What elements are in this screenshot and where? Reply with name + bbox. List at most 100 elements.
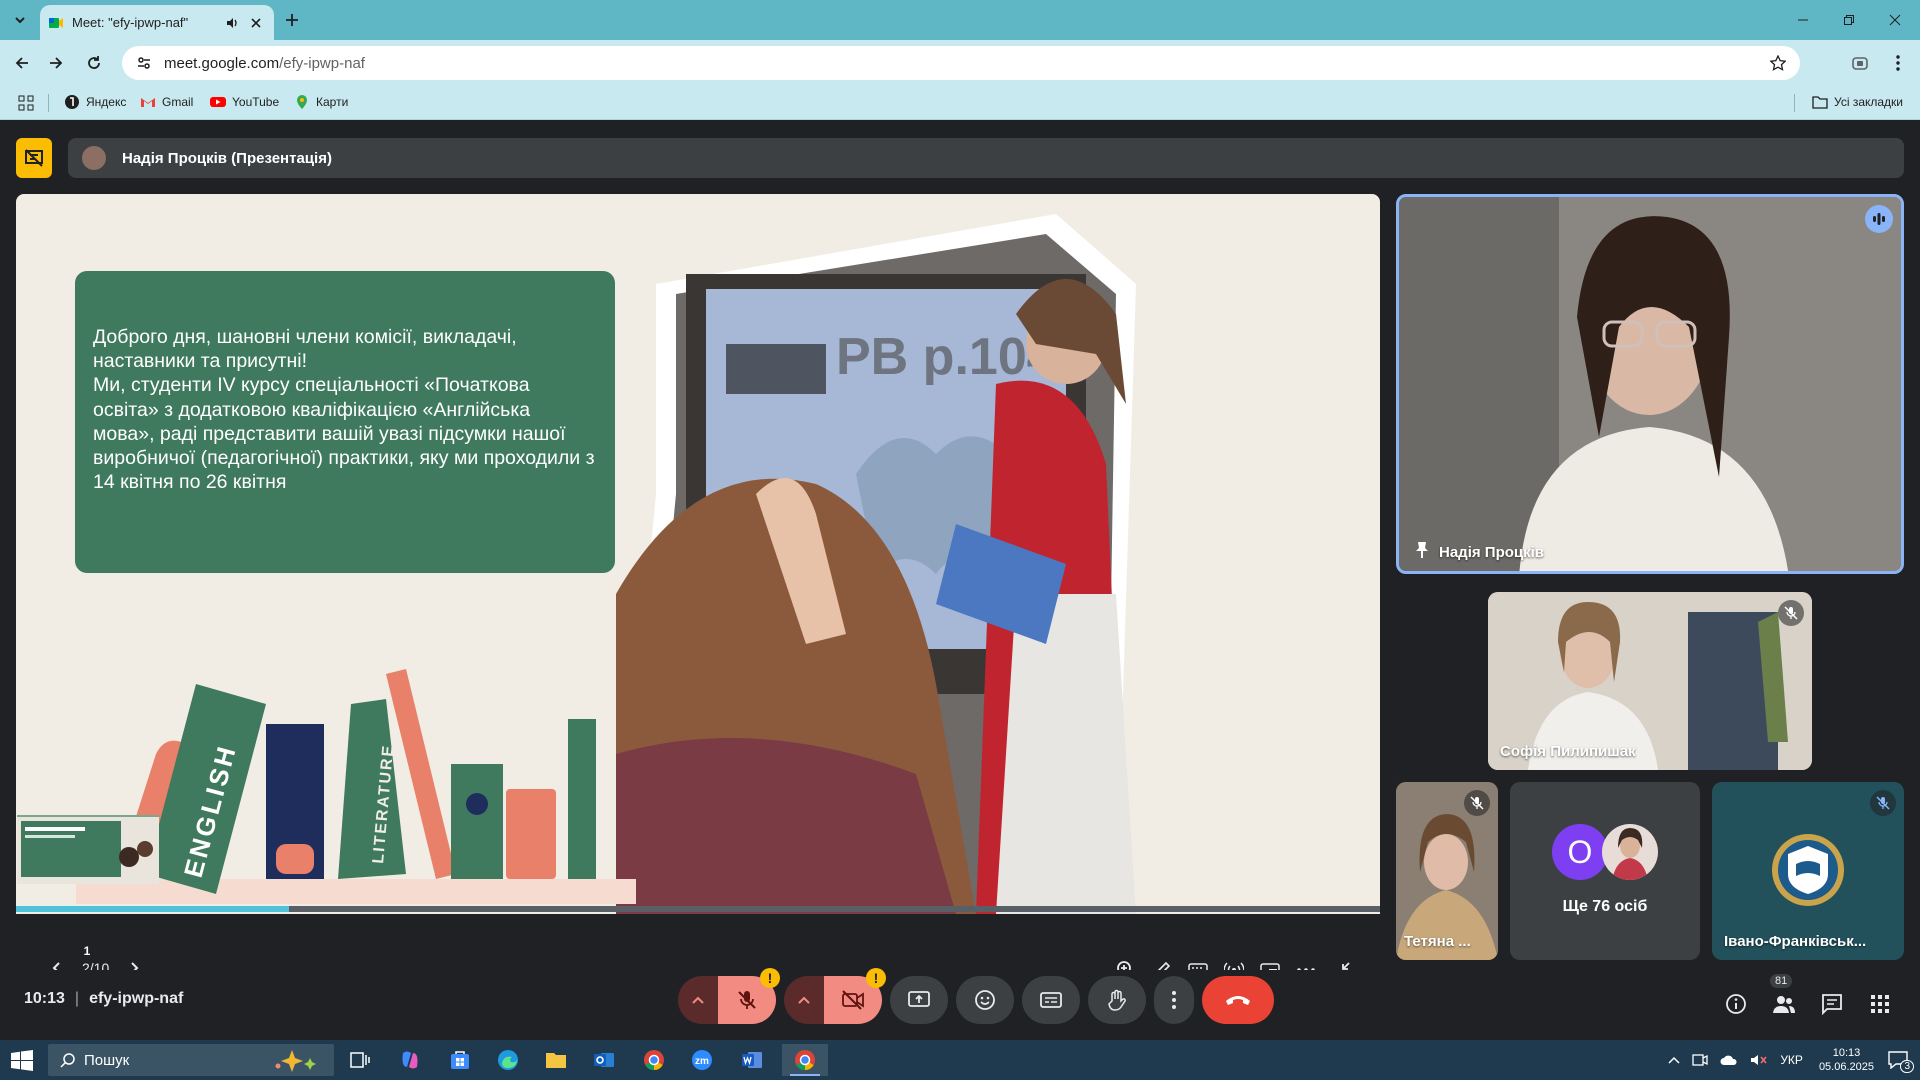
notifications-button[interactable]: 3 <box>1888 1051 1914 1073</box>
audio-options-button[interactable] <box>678 976 718 1024</box>
search-icon <box>60 1053 75 1068</box>
stop-presenting-button[interactable] <box>16 138 52 178</box>
copilot-icon <box>402 1051 418 1069</box>
muted-indicator <box>1870 790 1896 816</box>
browser-menu-button[interactable] <box>1886 51 1910 75</box>
activities-button[interactable] <box>1856 980 1904 1028</box>
slide-text: Доброго дня, шановні члени комісії, викл… <box>93 326 595 494</box>
bookmark-star-icon[interactable] <box>1770 55 1786 71</box>
slide-progress-bar[interactable] <box>16 906 1380 912</box>
close-window-button[interactable] <box>1872 0 1918 40</box>
taskbar-clock[interactable]: 10:13 05.06.2025 <box>1819 1046 1874 1074</box>
tab-close-icon[interactable] <box>246 13 266 33</box>
minimize-icon <box>1798 19 1808 21</box>
participant-tile-tetiana[interactable]: Тетяна ... <box>1396 782 1498 960</box>
tab-search-button[interactable] <box>8 8 32 32</box>
captions-icon <box>1040 992 1062 1008</box>
taskbar-word[interactable] <box>732 1044 772 1076</box>
browser-toolbar: meet.google.com/efy-ipwp-naf <box>0 40 1920 86</box>
folder-icon <box>1812 96 1828 109</box>
taskbar-explorer[interactable] <box>536 1044 576 1076</box>
store-icon <box>451 1051 469 1069</box>
pin-icon <box>1416 542 1428 558</box>
people-icon <box>1773 996 1795 1013</box>
taskbar-edge[interactable] <box>488 1044 528 1076</box>
mic-off-icon <box>738 991 756 1009</box>
camera-button[interactable]: ! <box>824 968 886 1024</box>
audio-level-icon <box>1873 213 1885 225</box>
reload-icon <box>88 56 100 69</box>
taskbar-chrome-active[interactable] <box>782 1044 828 1076</box>
word-icon <box>742 1052 762 1068</box>
slide-thumbnail <box>17 815 159 884</box>
restore-button[interactable] <box>1826 0 1872 40</box>
bookmark-yandex[interactable]: Яндекс <box>64 94 126 110</box>
system-tray: УКР 10:13 05.06.2025 3 <box>1662 1040 1920 1080</box>
reload-button[interactable] <box>82 51 106 75</box>
apps-grid-icon[interactable] <box>18 95 34 111</box>
maps-icon <box>297 95 307 109</box>
reactions-button[interactable] <box>956 976 1014 1024</box>
captions-button[interactable] <box>1022 976 1080 1024</box>
people-count-badge: 81 <box>1770 974 1793 988</box>
phone-hangup-icon <box>1226 996 1250 1005</box>
address-bar[interactable]: meet.google.com/efy-ipwp-naf <box>122 46 1800 80</box>
participant-tile-others[interactable]: О Ще 76 осіб <box>1510 782 1700 960</box>
minimize-button[interactable] <box>1780 0 1826 40</box>
camera-control-group: ! <box>784 968 886 1024</box>
bookmark-maps[interactable]: Карти <box>294 94 348 110</box>
zoom-app-icon: zm <box>692 1050 712 1070</box>
participant-name: Софія Пилипишак <box>1500 743 1636 760</box>
edge-icon <box>498 1050 518 1070</box>
meeting-info: 10:13 | efy-ipwp-naf <box>24 990 184 1007</box>
site-info-icon[interactable] <box>136 55 152 71</box>
youtube-icon <box>210 97 226 107</box>
mic-control-group: ! <box>678 968 780 1024</box>
meet-tray-icon[interactable] <box>1692 1053 1708 1067</box>
participant-tile-ivano[interactable]: Івано-Франківськ... <box>1712 782 1904 960</box>
back-button[interactable] <box>10 51 34 75</box>
sparkle-icon <box>275 1050 316 1072</box>
search-placeholder: Пошук <box>84 1051 130 1069</box>
meeting-control-bar: 10:13 | efy-ipwp-naf ! ! 81 <box>0 968 1920 1040</box>
svg-text:zm: zm <box>695 1056 709 1067</box>
volume-muted-icon[interactable] <box>1750 1053 1768 1067</box>
taskbar-store[interactable] <box>440 1044 480 1076</box>
tab-meet[interactable]: Meet: "efy-ipwp-naf" <box>40 5 274 40</box>
windows-start-icon[interactable] <box>10 1049 34 1073</box>
people-button[interactable]: 81 <box>1760 974 1808 1028</box>
taskbar-outlook[interactable] <box>584 1044 624 1076</box>
leave-call-button[interactable] <box>1202 976 1274 1024</box>
taskbar-chrome[interactable] <box>634 1044 674 1076</box>
raise-hand-button[interactable] <box>1088 976 1146 1024</box>
chrome-icon <box>644 1050 664 1071</box>
arrow-left-icon <box>15 57 28 69</box>
tab-audio-icon[interactable] <box>222 13 242 33</box>
participant-tile-main[interactable]: Надія Процків <box>1396 194 1904 574</box>
keyboard-language[interactable]: УКР <box>1780 1053 1803 1067</box>
more-options-button[interactable] <box>1154 976 1194 1024</box>
extension-button[interactable] <box>1848 51 1872 75</box>
video-options-button[interactable] <box>784 976 824 1024</box>
present-button[interactable] <box>890 976 948 1024</box>
forward-button[interactable] <box>44 51 68 75</box>
all-bookmarks-folder[interactable]: Усі закладки <box>1812 94 1903 110</box>
taskbar-zoom[interactable]: zm <box>682 1044 722 1076</box>
cloud-icon[interactable] <box>1720 1054 1738 1066</box>
bookmark-gmail[interactable]: Gmail <box>140 94 193 110</box>
new-tab-button[interactable] <box>280 8 304 32</box>
participant-tile-sofia[interactable]: Софія Пилипишак <box>1488 592 1812 770</box>
meeting-details-button[interactable] <box>1712 980 1760 1028</box>
presenter-name: Надія Процків (Презентація) <box>122 149 332 167</box>
taskbar-search[interactable]: Пошук <box>48 1044 334 1076</box>
bookmark-youtube[interactable]: YouTube <box>210 94 279 110</box>
taskbar-task-view[interactable] <box>340 1044 380 1076</box>
participant-name: Тетяна ... <box>1404 933 1471 950</box>
microphone-button[interactable]: ! <box>718 968 780 1024</box>
chevron-up-icon[interactable] <box>1668 1056 1680 1064</box>
emoji-icon <box>975 990 995 1010</box>
taskbar-copilot[interactable] <box>390 1044 430 1076</box>
slide-photo: PB p.104 <box>616 214 1136 914</box>
camera-off-icon <box>842 990 864 1010</box>
chat-button[interactable] <box>1808 980 1856 1028</box>
